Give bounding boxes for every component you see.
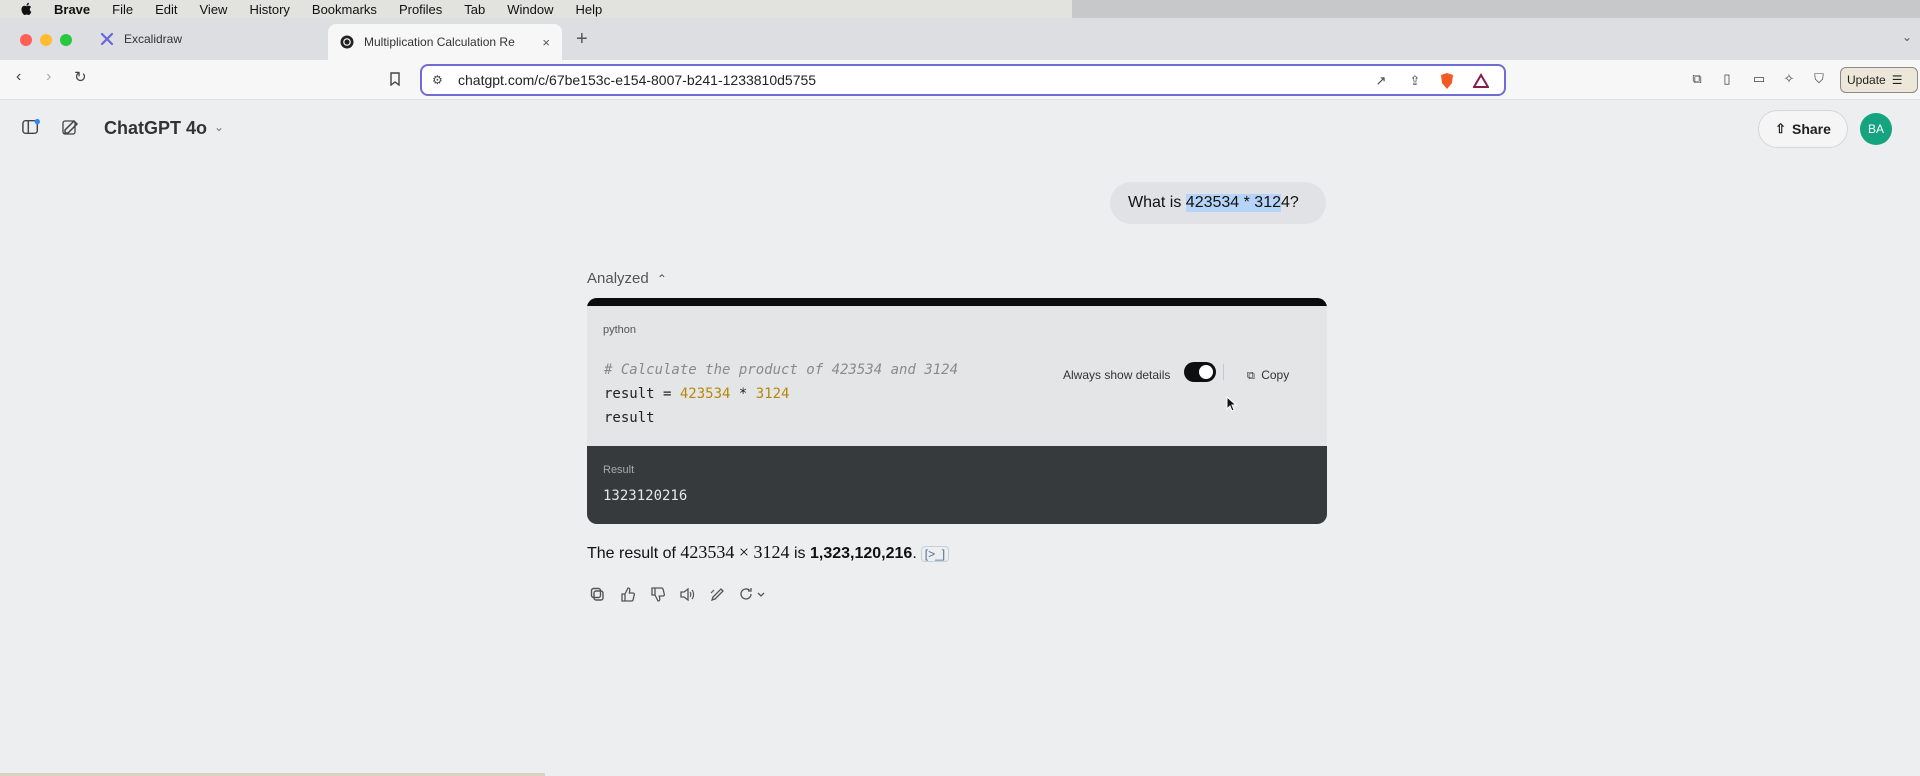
wallet-icon[interactable]: ▭ [1750, 70, 1768, 88]
forward-icon[interactable]: › [46, 68, 51, 86]
card-top-bar [587, 298, 1327, 306]
user-message-prefix: What is [1128, 194, 1186, 211]
brave-shields-icon[interactable] [1438, 72, 1456, 90]
share-page-icon[interactable]: ⇪ [1406, 72, 1424, 90]
answer-math: 423534 × 3124 [680, 542, 790, 562]
macos-menu-bar: Brave File Edit View History Bookmarks P… [0, 0, 1920, 18]
copy-label: Copy [1261, 368, 1290, 382]
code-operator: * [730, 386, 756, 402]
vpn-shield-icon[interactable]: ⛉ [1810, 70, 1828, 88]
answer-middle: is [789, 545, 810, 562]
code-comment: # Calculate the product of 423534 and 31… [604, 362, 959, 378]
menu-tab[interactable]: Tab [464, 2, 485, 17]
code-line-3: result [604, 410, 655, 426]
thumbs-down-icon[interactable] [648, 585, 666, 603]
model-selector[interactable]: ChatGPT 4o [104, 118, 207, 139]
read-aloud-icon[interactable] [678, 585, 696, 603]
tab-title: Multiplication Calculation Re [364, 35, 515, 49]
menu-profiles[interactable]: Profiles [399, 2, 442, 17]
update-button[interactable]: Update ☰ [1840, 67, 1918, 93]
code-number-2: 3124 [755, 386, 790, 402]
code-block: python # Calculate the product of 423534… [587, 306, 1327, 446]
code-line-2: result = 423534 * 3124 [604, 382, 958, 406]
extensions-icon[interactable]: ⧉ [1688, 70, 1706, 88]
divider [1223, 364, 1224, 380]
leo-ai-icon[interactable]: ✧ [1780, 70, 1798, 88]
menu-bookmarks[interactable]: Bookmarks [312, 2, 377, 17]
avatar[interactable]: BA [1860, 113, 1892, 145]
analyzed-toggle[interactable]: Analyzed ⌃ [587, 270, 667, 287]
user-message-suffix: 4? [1281, 194, 1299, 211]
apple-icon[interactable] [20, 2, 32, 16]
tab-title: Excalidraw [124, 32, 183, 46]
code-assign: result = [604, 386, 680, 402]
upload-icon: ⇧ [1775, 121, 1786, 136]
copy-code-button[interactable]: ⧉ Copy [1247, 368, 1289, 383]
share-button[interactable]: ⇧ Share [1758, 110, 1848, 148]
toggle-knob [1199, 365, 1213, 379]
assistant-answer: The result of 423534 × 3124 is 1,323,120… [587, 542, 950, 563]
excalidraw-icon [100, 32, 114, 46]
open-external-icon[interactable]: ↗ [1372, 72, 1390, 90]
tab-list-chevron-icon[interactable]: ⌄ [1902, 30, 1912, 44]
chatgpt-icon [340, 35, 354, 49]
answer-value: 1,323,120,216 [809, 545, 913, 562]
back-icon[interactable]: ‹ [16, 68, 21, 86]
update-label: Update [1847, 73, 1886, 87]
sidebar-toggle-icon[interactable] [22, 118, 40, 136]
sidebar-toggle-icon[interactable]: ▯ [1718, 70, 1736, 88]
menu-view[interactable]: View [200, 2, 228, 17]
code-analysis-card: python # Calculate the product of 423534… [587, 298, 1327, 524]
message-actions [588, 585, 768, 603]
menu-bar-right-area [1072, 0, 1920, 18]
site-settings-icon[interactable]: ⚙ [432, 73, 443, 87]
answer-suffix: . [912, 545, 917, 562]
reload-icon[interactable]: ↻ [74, 68, 87, 86]
mouse-cursor-icon [1226, 396, 1238, 412]
always-show-details-label: Always show details [1063, 368, 1171, 382]
brave-rewards-icon[interactable] [1472, 72, 1490, 90]
copy-icon[interactable] [588, 585, 606, 603]
menu-file[interactable]: File [112, 2, 133, 17]
code-number-1: 423534 [679, 386, 731, 402]
browser-toolbar: ‹ › ↻ ⚙ chatgpt.com/c/67be153c-e154-8007… [0, 60, 1920, 100]
menu-app-brave[interactable]: Brave [54, 2, 90, 17]
view-analysis-button[interactable]: [>_] [920, 546, 950, 562]
analyzed-label: Analyzed [587, 270, 649, 287]
user-message-selection: 423534 * 312 [1185, 194, 1281, 212]
menu-window[interactable]: Window [507, 2, 553, 17]
answer-prefix: The result of [587, 545, 681, 562]
result-label: Result [603, 464, 635, 476]
close-window-button[interactable] [20, 34, 32, 46]
close-tab-icon[interactable]: × [542, 35, 550, 50]
always-show-details-toggle[interactable] [1184, 362, 1216, 382]
chevron-up-icon: ⌃ [656, 272, 667, 286]
user-message-bubble: What is 423534 * 312 4? [1110, 182, 1326, 224]
regenerate-icon[interactable] [738, 585, 768, 603]
result-value: 1323120216 [603, 488, 688, 504]
menu-edit[interactable]: Edit [155, 2, 177, 17]
zoom-window-button[interactable] [60, 34, 72, 46]
share-label: Share [1791, 121, 1831, 137]
tab-excalidraw[interactable]: Excalidraw [90, 24, 320, 54]
menu-icon: ☰ [1891, 73, 1903, 87]
tab-strip: Excalidraw Multiplication Calculation Re… [0, 18, 1920, 60]
new-chat-icon[interactable] [62, 118, 80, 136]
result-block: Result 1323120216 [587, 446, 1327, 524]
tab-multiplication-calculation[interactable]: Multiplication Calculation Re × [328, 24, 562, 60]
copy-icon: ⧉ [1247, 370, 1255, 382]
menu-history[interactable]: History [249, 2, 289, 17]
edit-canvas-icon[interactable] [708, 585, 726, 603]
chevron-down-icon[interactable]: ⌄ [214, 120, 224, 134]
address-bar[interactable]: ⚙ chatgpt.com/c/67be153c-e154-8007-b241-… [420, 64, 1506, 96]
code-content: # Calculate the product of 423534 and 31… [604, 358, 958, 430]
minimize-window-button[interactable] [40, 34, 52, 46]
code-language-label: python [603, 324, 637, 336]
menu-help[interactable]: Help [576, 2, 603, 17]
bookmark-icon[interactable] [386, 70, 404, 88]
url-text: chatgpt.com/c/67be153c-e154-8007-b241-12… [458, 72, 817, 88]
thumbs-up-icon[interactable] [618, 585, 636, 603]
new-tab-button[interactable]: + [576, 28, 588, 51]
